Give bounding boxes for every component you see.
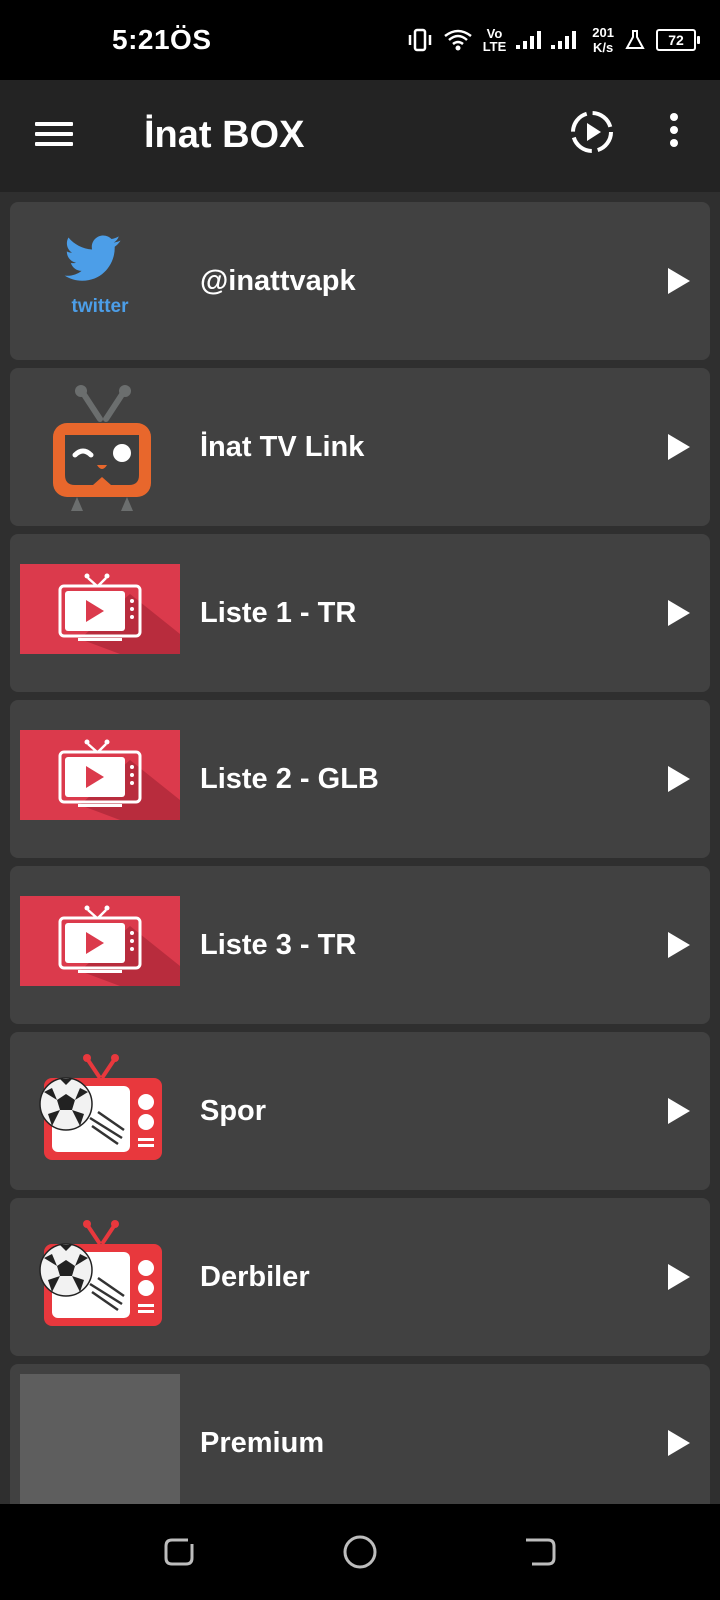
- list-item-liste-1[interactable]: Liste 1 - TR: [10, 534, 710, 692]
- home-icon[interactable]: [340, 1532, 380, 1572]
- list-item-label: Liste 2 - GLB: [200, 763, 379, 795]
- signal-icon: [516, 29, 582, 51]
- vibrate-icon: [407, 27, 433, 53]
- tv-play-icon: [20, 730, 180, 820]
- play-arrow-icon: [668, 766, 690, 792]
- football-tv-icon: [20, 1052, 180, 1172]
- list-item-premium[interactable]: Premium: [10, 1364, 710, 1504]
- volte-bottom: LTE: [482, 39, 507, 54]
- play-arrow-icon: [668, 600, 690, 626]
- menu-icon[interactable]: [32, 116, 76, 156]
- list-item-label: İnat TV Link: [200, 431, 365, 463]
- app-title: İnat BOX: [144, 114, 305, 156]
- tv-play-icon: [20, 564, 180, 654]
- twitter-logo-text: twitter: [72, 296, 130, 317]
- list-item-twitter[interactable]: twitter @inattvapk: [10, 202, 710, 360]
- recent-apps-icon[interactable]: [160, 1532, 200, 1572]
- list-item-label: Liste 3 - TR: [200, 929, 357, 961]
- navigation-bar: [0, 1504, 720, 1600]
- net-speed: 201 K/s: [592, 25, 614, 55]
- wifi-icon: [443, 28, 473, 52]
- list-item-label: Spor: [200, 1095, 267, 1127]
- battery-icon: 72: [656, 29, 700, 51]
- play-arrow-icon: [668, 1098, 690, 1124]
- app-bar: İnat BOX: [0, 80, 720, 192]
- net-speed-value: 201: [592, 25, 614, 40]
- list-item-label: Derbiler: [200, 1261, 310, 1293]
- play-arrow-icon: [668, 268, 690, 294]
- list-item-liste-3[interactable]: Liste 3 - TR: [10, 866, 710, 1024]
- status-icons: Vo LTE 201 K/s 72: [407, 20, 700, 60]
- play-circle-icon[interactable]: [568, 108, 616, 156]
- net-speed-unit: K/s: [593, 40, 614, 55]
- status-time: 5:21ÖS: [112, 24, 212, 55]
- tv-play-icon: [20, 896, 180, 986]
- more-vert-icon[interactable]: [656, 108, 692, 160]
- inat-tv-logo-icon: [20, 378, 180, 518]
- play-arrow-icon: [668, 932, 690, 958]
- list-item-label: @inattvapk: [200, 265, 356, 297]
- list-item-spor[interactable]: Spor: [10, 1032, 710, 1190]
- list-item-label: Liste 1 - TR: [200, 597, 357, 629]
- status-bar: 5:21ÖS Vo LTE 201 K/s 72: [0, 0, 720, 80]
- back-icon[interactable]: [520, 1532, 560, 1572]
- volte-indicator: Vo LTE: [483, 27, 507, 53]
- play-arrow-icon: [668, 1264, 690, 1290]
- play-arrow-icon: [668, 434, 690, 460]
- list-item-label: Premium: [200, 1427, 325, 1459]
- twitter-icon: twitter: [20, 232, 180, 322]
- list-item-inat-tv-link[interactable]: İnat TV Link: [10, 368, 710, 526]
- list-item-derbiler[interactable]: Derbiler: [10, 1198, 710, 1356]
- flask-icon: [624, 29, 646, 51]
- placeholder-thumbnail: [20, 1374, 180, 1504]
- play-arrow-icon: [668, 1430, 690, 1456]
- football-tv-icon: [20, 1218, 180, 1338]
- battery-level: 72: [656, 29, 700, 51]
- list-item-liste-2[interactable]: Liste 2 - GLB: [10, 700, 710, 858]
- channel-list: twitter @inattvapk İnat TV Link Liste 1 …: [0, 192, 720, 1504]
